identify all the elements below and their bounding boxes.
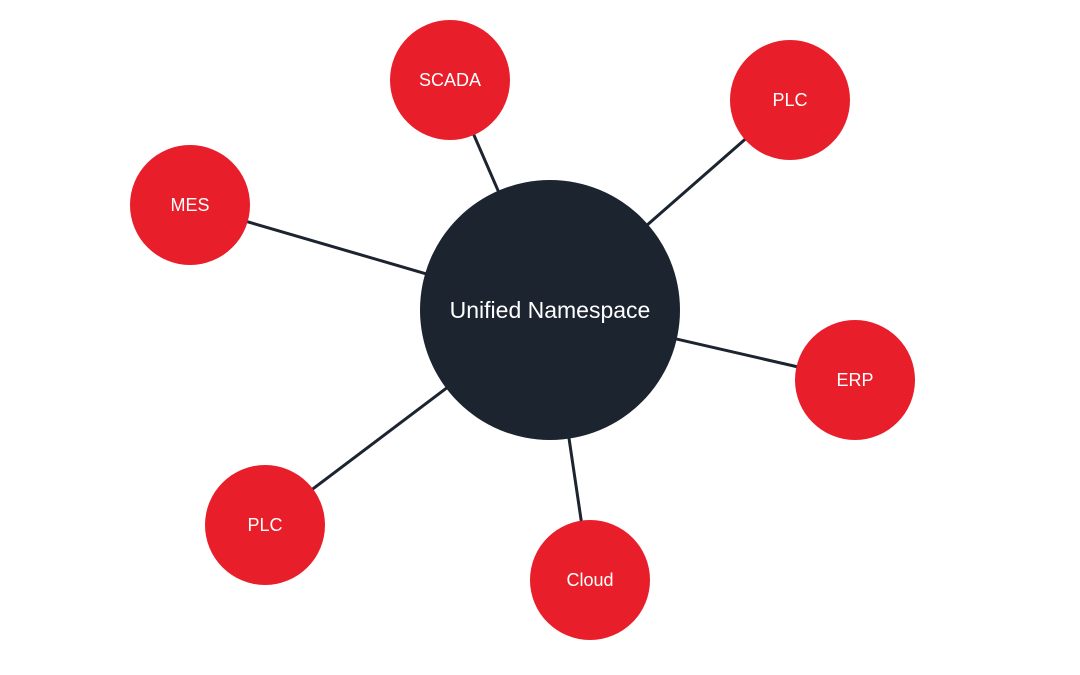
satellite-node-plc-top: PLC [730,40,850,160]
satellite-label: Cloud [566,570,613,591]
satellite-node-cloud: Cloud [530,520,650,640]
center-node-label: Unified Namespace [450,297,651,324]
satellite-node-mes: MES [130,145,250,265]
satellite-node-scada: SCADA [390,20,510,140]
satellite-node-plc-bottom: PLC [205,465,325,585]
satellite-label: PLC [772,90,807,111]
center-node-unified-namespace: Unified Namespace [420,180,680,440]
satellite-label: SCADA [419,70,481,91]
satellite-label: ERP [836,370,873,391]
satellite-node-erp: ERP [795,320,915,440]
satellite-label: PLC [247,515,282,536]
satellite-label: MES [170,195,209,216]
